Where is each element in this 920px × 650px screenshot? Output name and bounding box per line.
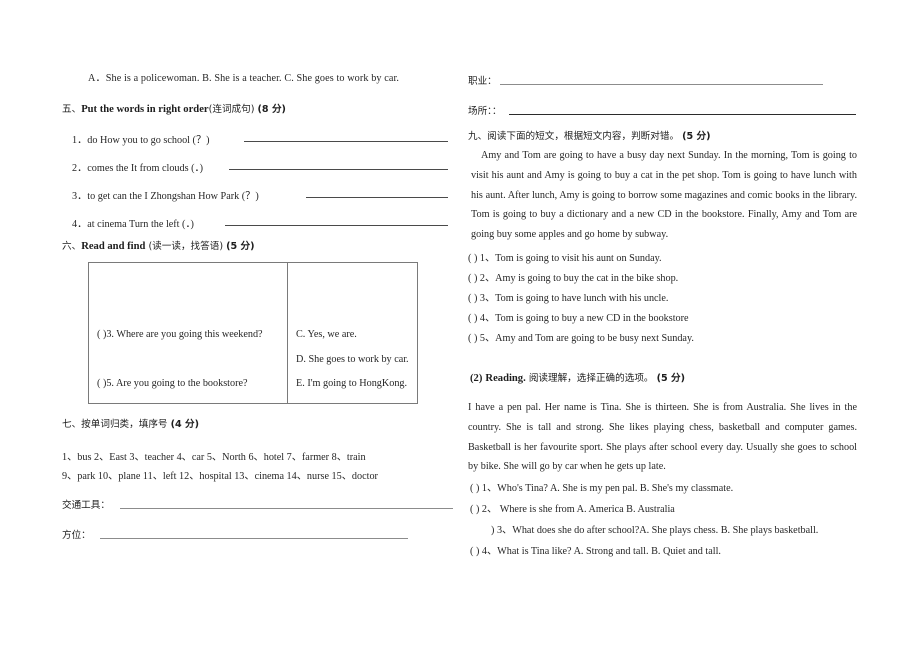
- match-answer-c: C. Yes, we are.: [296, 329, 357, 340]
- order-item-3-words: to get can the I Zhongshan How Park (？): [87, 191, 259, 202]
- section-7-score: (4 分): [170, 419, 199, 430]
- reading-passage: I have a pen pal. Her name is Tina. She …: [468, 402, 857, 473]
- occupation-blank-label: 职业：: [468, 76, 497, 87]
- occupation-answer-line[interactable]: [500, 84, 823, 85]
- transport-blank-label: 交通工具：: [62, 500, 110, 511]
- tf-item-4[interactable]: ( ) 4、Tom is going to buy a new CD in th…: [468, 309, 689, 324]
- order-item-4-number: 4．: [72, 219, 88, 230]
- transport-answer-line[interactable]: [120, 508, 453, 509]
- tf-item-3[interactable]: ( ) 3、Tom is going to have lunch with hi…: [468, 289, 668, 304]
- section-6-title-cn: (读一读，找答语): [148, 241, 224, 252]
- tf-item-2[interactable]: ( ) 2、Amy is going to buy the cat in the…: [468, 269, 678, 284]
- section-9-heading: 九、阅读下面的短文，根据短文内容，判断对错。 (5 分): [468, 128, 711, 142]
- exam-paper-page: A．She is a policewoman. B. She is a teac…: [0, 0, 920, 650]
- reading-title-cn: 阅读理解，选择正确的选项。: [528, 373, 654, 384]
- order-item-3-number: 3．: [72, 191, 88, 202]
- word-bank-line-1: 1、bus 2、East 3、teacher 4、car 5、North 6、h…: [62, 452, 366, 463]
- match-answer-e: E. I'm going to HongKong.: [296, 378, 408, 389]
- section-5-score: (8 分): [257, 104, 286, 115]
- match-question-5[interactable]: ( )5. Are you going to the bookstore?: [97, 378, 248, 389]
- order-item-1: 1．do How you to go school (？): [72, 131, 210, 146]
- order-answer-line-3[interactable]: [306, 197, 448, 198]
- mc-item-4[interactable]: ( ) 4、What is Tina like? A. Strong and t…: [470, 542, 721, 557]
- mc-item-3[interactable]: ) 3、What does she do after school?A. She…: [491, 521, 818, 536]
- order-answer-line-2[interactable]: [229, 169, 448, 170]
- section-5-title-en: Put the words in right order: [81, 104, 209, 115]
- place-answer-line[interactable]: [509, 114, 856, 115]
- tf-item-1[interactable]: ( ) 1、Tom is going to visit his aunt on …: [468, 249, 662, 264]
- order-item-2: 2．comes the It from clouds (．): [72, 159, 203, 174]
- order-item-4-words: at cinema Turn the left (．): [87, 219, 194, 230]
- word-bank-line-2: 9、park 10、plane 11、left 12、hospital 13、c…: [62, 471, 378, 482]
- place-blank-label: 场所：：: [468, 106, 502, 117]
- mc-item-1[interactable]: ( ) 1、Who's Tina? A. She is my pen pal. …: [470, 479, 733, 494]
- table-question-column: ( )3. Where are you going this weekend? …: [89, 263, 287, 403]
- order-item-1-number: 1．: [72, 135, 88, 146]
- section-6-score: (5 分): [226, 241, 255, 252]
- order-answer-line-4[interactable]: [225, 225, 448, 226]
- section-7-title: 七、按单词归类，填序号: [62, 419, 168, 430]
- match-answer-d: D. She goes to work by car.: [296, 354, 409, 365]
- reading-number: (2): [470, 373, 483, 384]
- reading-score: (5 分): [656, 373, 685, 384]
- carryover-options-line: A．She is a policewoman. B. She is a teac…: [88, 73, 400, 84]
- order-answer-line-1[interactable]: [244, 141, 448, 142]
- section-9-passage: Amy and Tom are going to have a busy day…: [471, 150, 857, 241]
- section-5-heading: 五、Put the words in right order(连词成句) (8 …: [62, 101, 286, 115]
- section-9-score: (5 分): [682, 131, 711, 142]
- order-item-3: 3．to get can the I Zhongshan How Park (？…: [72, 187, 259, 202]
- section-6-number: 六、: [62, 241, 82, 252]
- order-item-1-words: do How you to go school (？): [87, 135, 210, 146]
- section-7-heading: 七、按单词归类，填序号 (4 分): [62, 416, 199, 430]
- table-answer-column: C. Yes, we are. D. She goes to work by c…: [287, 263, 419, 403]
- reading-heading: (2) Reading. 阅读理解，选择正确的选项。 (5 分): [470, 370, 685, 384]
- direction-answer-line[interactable]: [100, 538, 408, 539]
- match-question-3[interactable]: ( )3. Where are you going this weekend?: [97, 329, 263, 340]
- section-6-heading: 六、Read and find (读一读，找答语) (5 分): [62, 238, 255, 252]
- section-6-title-en: Read and find: [81, 241, 146, 252]
- reading-title-en: Reading.: [485, 373, 526, 384]
- order-item-4: 4．at cinema Turn the left (．): [72, 215, 194, 230]
- order-item-2-number: 2．: [72, 163, 88, 174]
- read-and-find-table: ( )3. Where are you going this weekend? …: [88, 262, 418, 404]
- order-item-2-words: comes the It from clouds (．): [87, 163, 203, 174]
- section-5-number: 五、: [62, 104, 82, 115]
- section-9-title: 九、阅读下面的短文，根据短文内容，判断对错。: [468, 131, 680, 142]
- tf-item-5[interactable]: ( ) 5、Amy and Tom are going to be busy n…: [468, 329, 694, 344]
- mc-item-2[interactable]: ( ) 2、 Where is she from A. America B. A…: [470, 500, 675, 515]
- section-5-title-cn: (连词成句): [208, 104, 255, 115]
- direction-blank-label: 方位：: [62, 530, 91, 541]
